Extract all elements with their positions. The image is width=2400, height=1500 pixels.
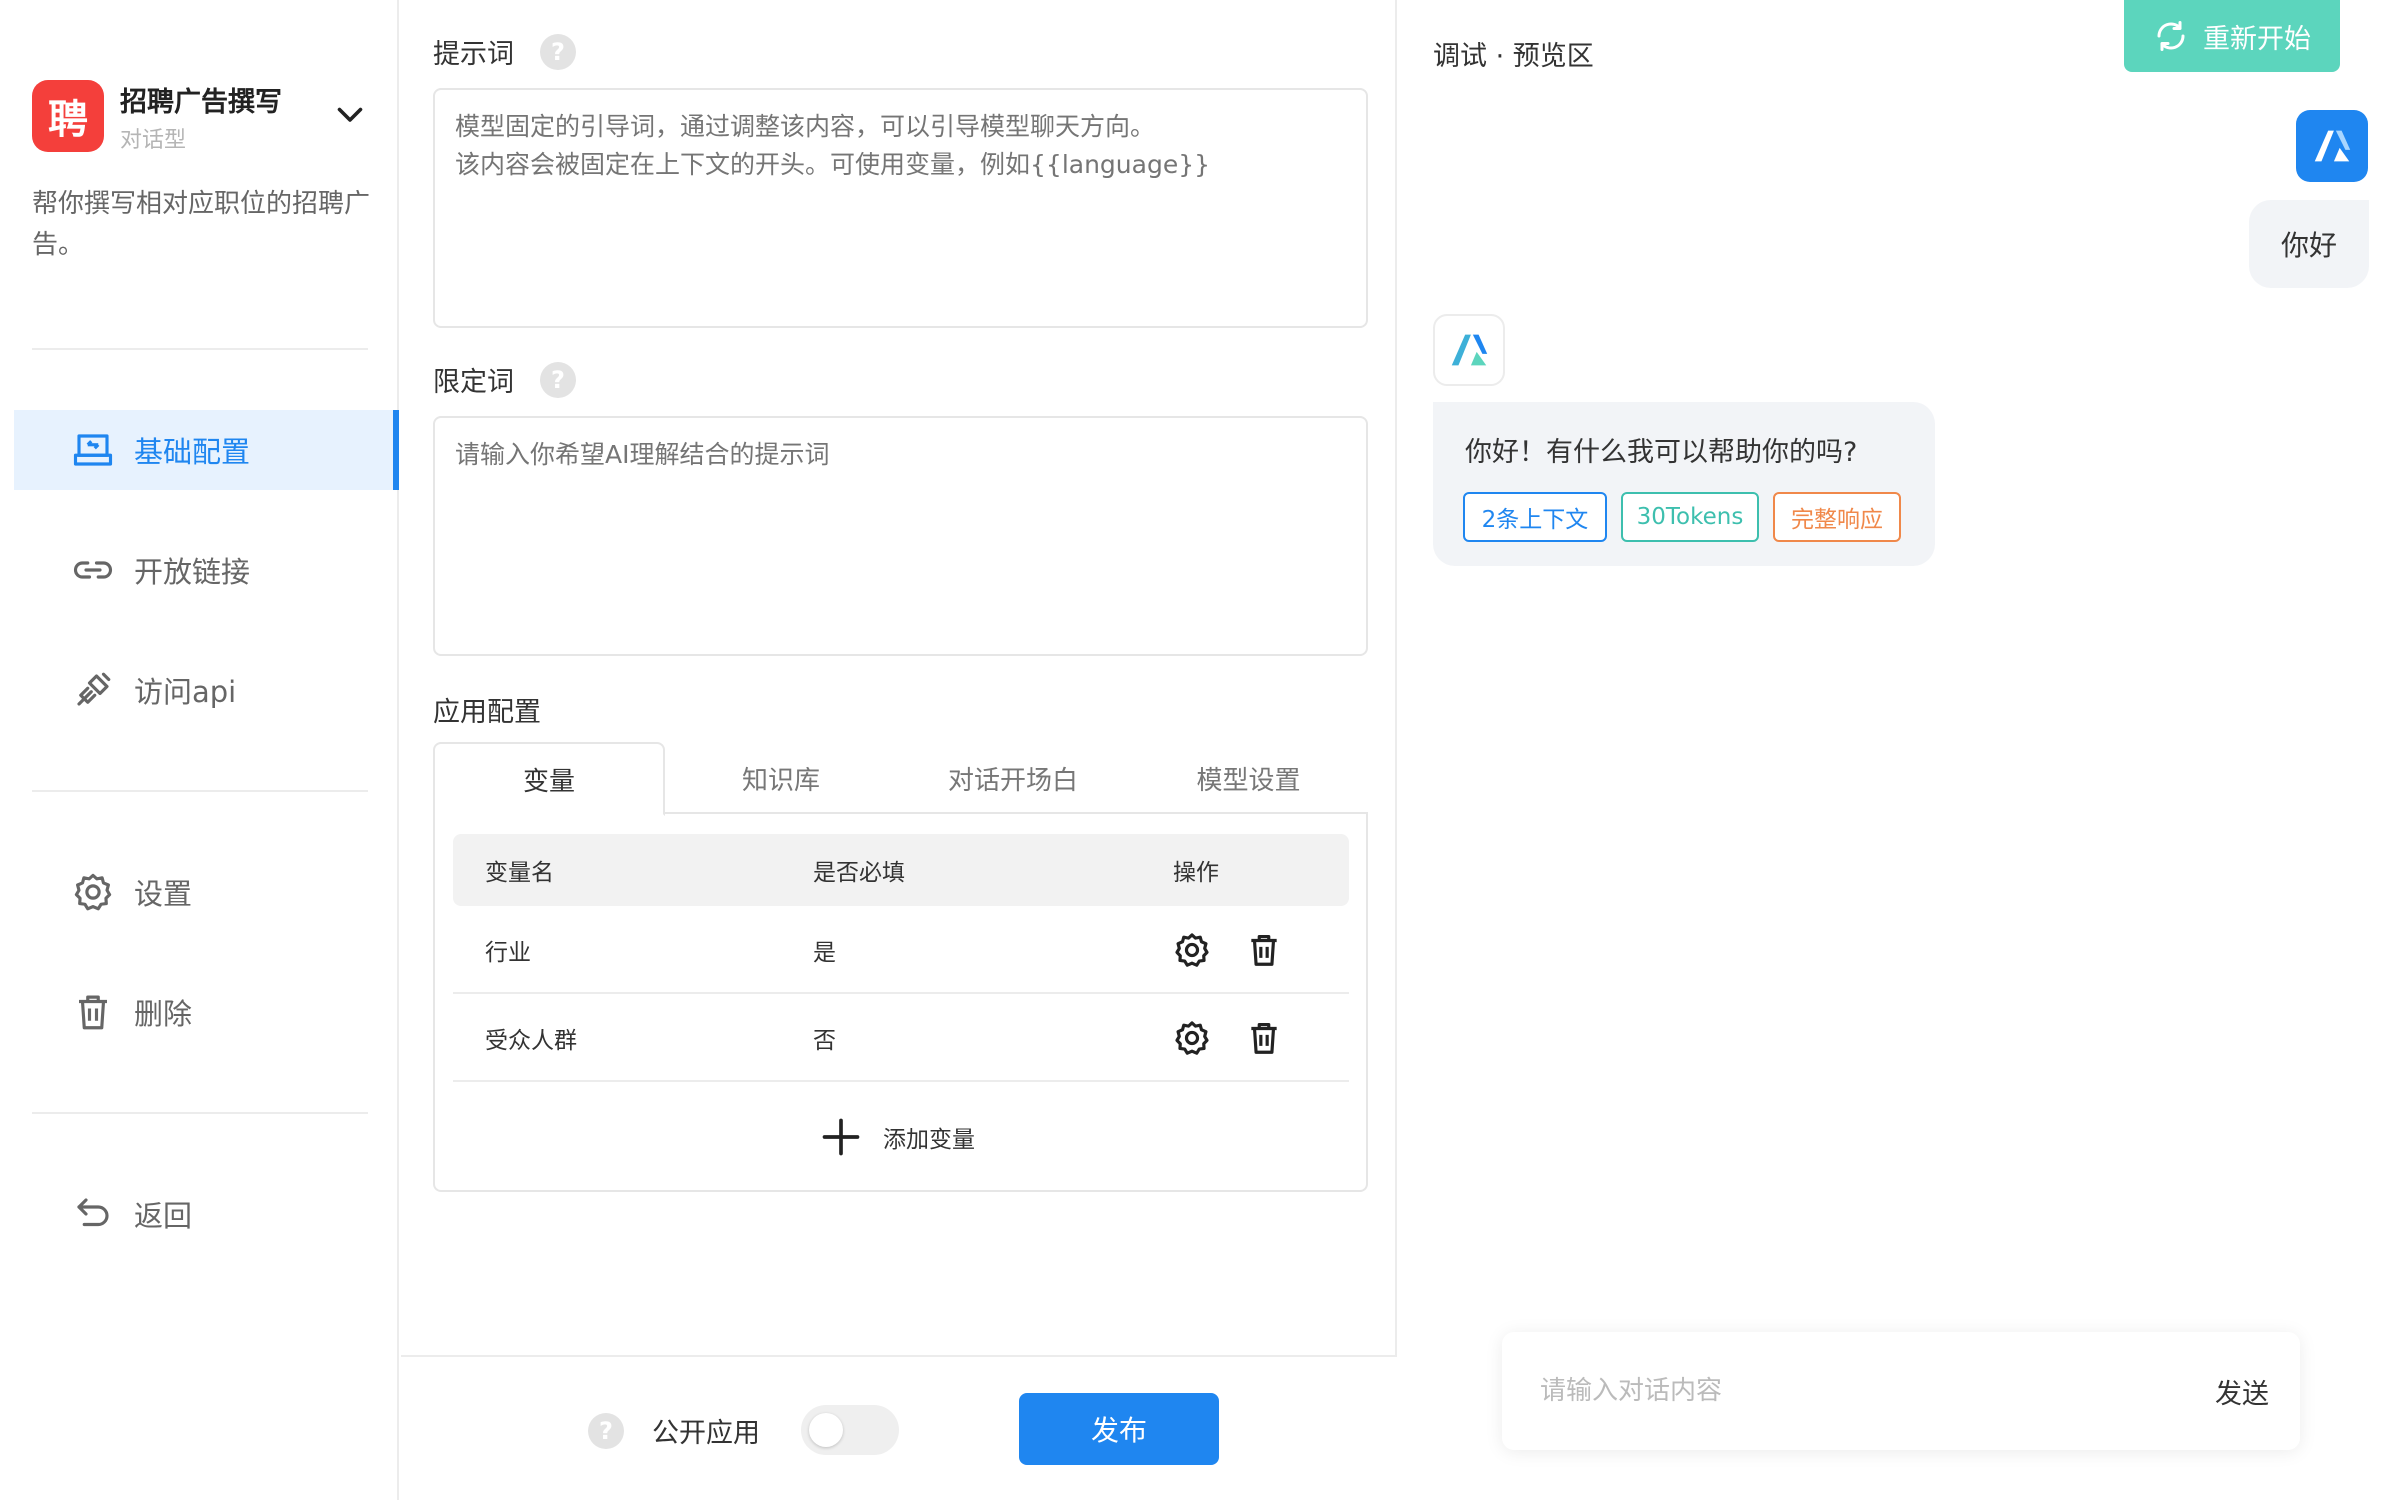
restart-label: 重新开始 bbox=[2203, 23, 2311, 55]
prompt-label: 提示词 ? bbox=[433, 32, 576, 71]
gear-icon[interactable] bbox=[1173, 1019, 1211, 1057]
add-variable-button[interactable]: 添加变量 bbox=[819, 1112, 975, 1162]
chat-input-box: 发送 bbox=[1502, 1332, 2300, 1450]
send-button[interactable]: 发送 bbox=[2202, 1362, 2282, 1420]
nav-label: 基础配置 bbox=[134, 435, 251, 469]
sidebar: 聘 招聘广告撰写 对话型 帮你撰写相对应职位的招聘广告。 基础配置 开放链接 访… bbox=[0, 0, 399, 1500]
tab-opening-remarks[interactable]: 对话开场白 bbox=[897, 742, 1129, 814]
gear-icon bbox=[70, 869, 116, 915]
table-row: 受众人群 否 bbox=[453, 994, 1349, 1082]
chevron-down-icon[interactable] bbox=[332, 96, 368, 132]
variables-table: 变量名 是否必填 操作 行业 是 受众人群 否 bbox=[453, 834, 1349, 1082]
divider bbox=[32, 348, 368, 350]
add-variable-label: 添加变量 bbox=[883, 1127, 975, 1153]
prompt-textarea[interactable] bbox=[433, 88, 1368, 328]
table-row: 行业 是 bbox=[453, 906, 1349, 994]
config-tabs: 变量 知识库 对话开场白 模型设置 bbox=[433, 742, 1368, 816]
limit-textarea[interactable] bbox=[433, 416, 1368, 656]
link-icon bbox=[70, 547, 116, 593]
preview-title: 调试 · 预览区 bbox=[1433, 41, 1594, 72]
variables-panel: 变量名 是否必填 操作 行业 是 受众人群 否 添加变量 bbox=[433, 812, 1368, 1192]
public-app-label: 公开应用 bbox=[652, 1418, 760, 1449]
restart-button[interactable]: 重新开始 bbox=[2124, 0, 2340, 72]
table-header: 变量名 是否必填 操作 bbox=[453, 834, 1349, 906]
variable-name: 受众人群 bbox=[485, 1028, 577, 1054]
nav-item-delete[interactable]: 删除 bbox=[14, 972, 399, 1052]
nav-item-basic-config[interactable]: 基础配置 bbox=[14, 410, 399, 490]
tokens-badge[interactable]: 30Tokens bbox=[1621, 492, 1759, 542]
plug-icon bbox=[70, 667, 116, 713]
preview-panel: 调试 · 预览区 重新开始 你好 你好！有什么我可以帮助你的吗? 2条上下文 3… bbox=[1399, 0, 2400, 1500]
dashboard-icon bbox=[70, 427, 116, 473]
tab-knowledge-base[interactable]: 知识库 bbox=[665, 742, 897, 814]
full-response-badge[interactable]: 完整响应 bbox=[1773, 492, 1901, 542]
nav-label: 返回 bbox=[134, 1199, 193, 1233]
limit-label: 限定词 ? bbox=[433, 360, 576, 399]
user-message: 你好 bbox=[2249, 200, 2369, 288]
column-header-actions: 操作 bbox=[1173, 860, 1219, 886]
bot-avatar bbox=[1433, 314, 1505, 386]
column-header-required: 是否必填 bbox=[813, 860, 905, 886]
config-panel: 提示词 ? 限定词 ? 应用配置 变量 知识库 对话开场白 模型设置 变量名 是… bbox=[401, 0, 1397, 1500]
tab-variables[interactable]: 变量 bbox=[433, 742, 665, 816]
help-icon[interactable]: ? bbox=[540, 361, 576, 398]
toggle-knob bbox=[809, 1413, 843, 1447]
bot-message: 你好！有什么我可以帮助你的吗? 2条上下文 30Tokens 完整响应 bbox=[1433, 402, 1935, 566]
chat-input[interactable] bbox=[1540, 1362, 2140, 1420]
app-name: 招聘广告撰写 bbox=[120, 87, 282, 118]
logo-icon bbox=[2314, 130, 2351, 162]
variable-name: 行业 bbox=[485, 940, 531, 966]
trash-icon[interactable] bbox=[1245, 1019, 1283, 1057]
column-header-name: 变量名 bbox=[485, 860, 554, 886]
back-arrow-icon bbox=[70, 1191, 116, 1237]
bot-message-text: 你好！有什么我可以帮助你的吗? bbox=[1465, 437, 1858, 468]
app-type: 对话型 bbox=[120, 128, 187, 153]
trash-icon[interactable] bbox=[1245, 931, 1283, 969]
nav-label: 设置 bbox=[134, 877, 193, 911]
limit-label-text: 限定词 bbox=[433, 367, 514, 398]
nav-label: 开放链接 bbox=[134, 555, 251, 589]
logo-icon bbox=[1451, 334, 1488, 366]
app-config-label: 应用配置 bbox=[433, 697, 541, 728]
help-icon[interactable]: ? bbox=[588, 1413, 624, 1449]
nav-item-open-link[interactable]: 开放链接 bbox=[14, 530, 399, 610]
app-header[interactable]: 聘 招聘广告撰写 对话型 bbox=[32, 80, 367, 154]
divider bbox=[32, 790, 368, 792]
prompt-label-text: 提示词 bbox=[433, 39, 514, 70]
tab-model-settings[interactable]: 模型设置 bbox=[1129, 742, 1368, 814]
nav-item-settings[interactable]: 设置 bbox=[14, 852, 399, 932]
app-logo: 聘 bbox=[32, 80, 104, 152]
nav-label: 访问api bbox=[134, 675, 237, 709]
nav-item-api[interactable]: 访问api bbox=[14, 650, 399, 730]
publish-button[interactable]: 发布 bbox=[1019, 1393, 1219, 1465]
app-description: 帮你撰写相对应职位的招聘广告。 bbox=[32, 189, 371, 260]
refresh-icon bbox=[2157, 21, 2185, 51]
trash-icon bbox=[70, 989, 116, 1035]
public-app-toggle[interactable] bbox=[801, 1405, 899, 1455]
nav-item-back[interactable]: 返回 bbox=[14, 1174, 399, 1254]
help-icon[interactable]: ? bbox=[540, 33, 576, 70]
gear-icon[interactable] bbox=[1173, 931, 1211, 969]
publish-bar: ? 公开应用 发布 bbox=[401, 1355, 1397, 1500]
plus-icon bbox=[822, 1118, 860, 1156]
nav-label: 删除 bbox=[134, 997, 193, 1031]
divider bbox=[32, 1112, 368, 1114]
context-badge[interactable]: 2条上下文 bbox=[1463, 492, 1607, 542]
variable-required: 是 bbox=[813, 940, 836, 966]
user-avatar bbox=[2296, 110, 2368, 182]
variable-required: 否 bbox=[813, 1028, 836, 1054]
